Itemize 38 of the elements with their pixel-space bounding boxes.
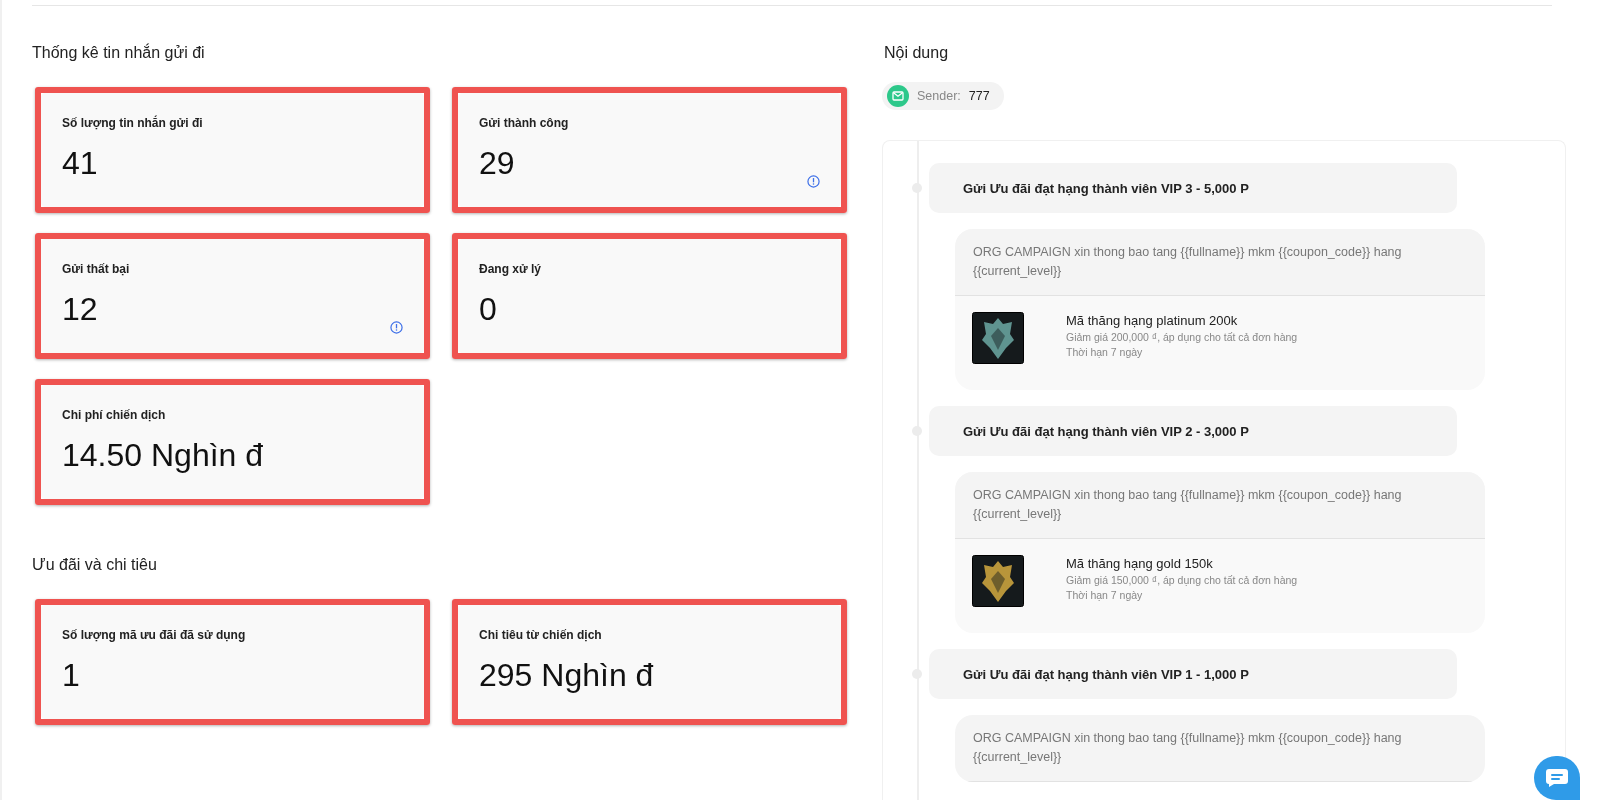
shield-icon [972,555,1024,607]
coupon-name: Mã thăng hạng platinum 200k [1066,313,1238,328]
coupon-description: Giảm giá 150,000 ₫, áp dụng cho tất cả đơn hàng [1066,574,1298,586]
info-icon[interactable] [807,175,820,188]
stat-value: 295 Nghìn đ [479,656,654,694]
chat-button[interactable] [1534,756,1580,800]
coupon-name: Mã thăng hạng gold 150k [1066,556,1213,571]
shield-icon [972,312,1024,364]
section-title: Thống kê tin nhắn gửi đi [32,44,206,62]
stat-value: 29 [479,144,515,182]
step-title: Gửi Ưu đãi đạt hạng thành viên VIP 3 - 5,000 P [963,180,1249,196]
mail-icon [887,85,909,107]
stat-label: Chi phí chiến dịch [62,408,166,422]
info-icon[interactable] [390,321,403,334]
message-text: ORG CAMPAIGN xin thong bao tang {{fullname}} mkm {{coupon_code}} hang {{current_level}} [955,715,1485,782]
stat-value: 0 [479,290,497,328]
stat-label: Gửi thành công [479,116,569,130]
sender-value: 777 [968,89,990,103]
stat-value: 14.50 Nghìn đ [62,436,264,474]
stat-label: Số lượng mã ưu đãi đã sử dụng [62,628,246,642]
stat-label: Đang xử lý [479,262,542,276]
chat-icon [1545,768,1569,788]
coupon-validity: Thời hạn 7 ngày [1066,346,1143,358]
coupon-validity: Thời hạn 7 ngày [1066,589,1143,601]
stat-value: 41 [62,144,98,182]
stat-label: Gửi thất bại [62,262,130,276]
step-title: Gửi Ưu đãi đạt hạng thành viên VIP 2 - 3,000 P [963,423,1249,439]
stat-label: Số lượng tin nhắn gửi đi [62,116,203,130]
sender-label: Sender: [917,89,961,103]
message-text: ORG CAMPAIGN xin thong bao tang {{fullname}} mkm {{coupon_code}} hang {{current_level}} [955,229,1485,296]
stat-value: 12 [62,290,98,328]
message-text: ORG CAMPAIGN xin thong bao tang {{fullname}} mkm {{coupon_code}} hang {{current_level}} [955,472,1485,539]
section-title: Nội dung [884,44,950,62]
coupon-description: Giảm giá 200,000 ₫, áp dụng cho tất cả đơn hàng [1066,331,1298,343]
stat-value: 1 [62,656,80,694]
section-title: Ưu đãi và chi tiêu [32,556,158,574]
stat-label: Chi tiêu từ chiến dịch [479,628,602,642]
step-title: Gửi Ưu đãi đạt hạng thành viên VIP 1 - 1,000 P [963,666,1249,682]
